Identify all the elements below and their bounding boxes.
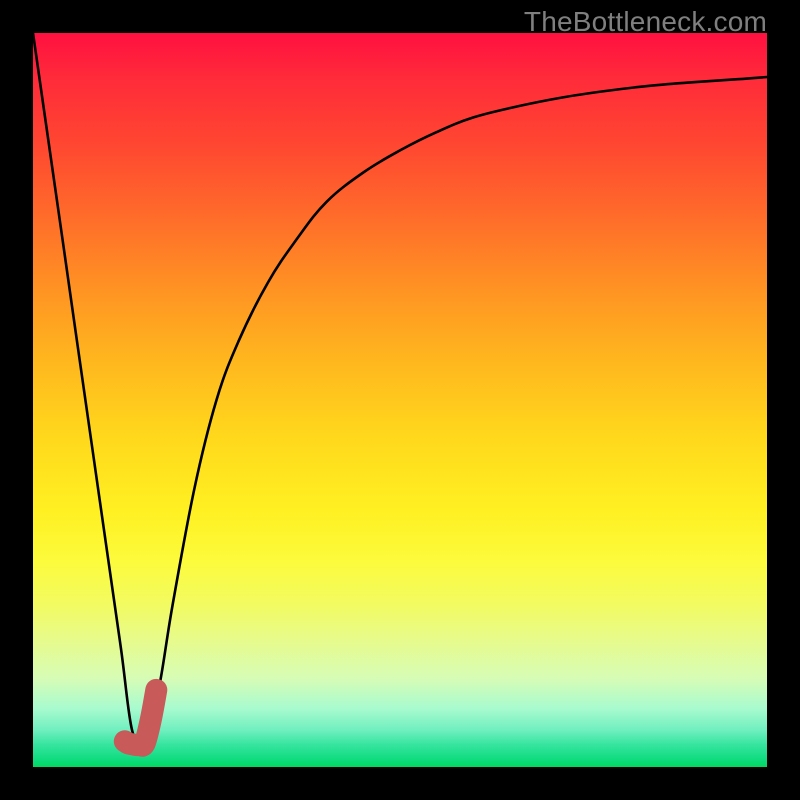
plot-area bbox=[33, 33, 767, 767]
chart-svg bbox=[33, 33, 767, 767]
bottleneck-curve bbox=[33, 33, 767, 743]
chart-frame: TheBottleneck.com bbox=[0, 0, 800, 800]
watermark-text: TheBottleneck.com bbox=[524, 6, 767, 38]
